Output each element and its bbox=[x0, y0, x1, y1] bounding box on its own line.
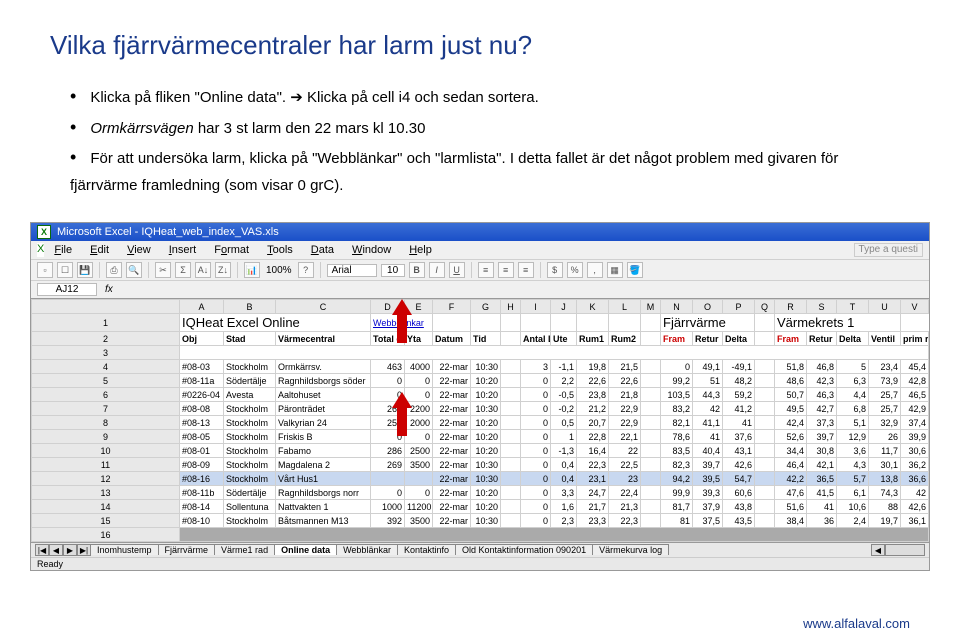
zoom-box[interactable]: 100% bbox=[264, 265, 294, 276]
menu-view[interactable]: View bbox=[119, 243, 159, 257]
menu-help[interactable]: Help bbox=[401, 243, 440, 257]
preview-icon[interactable]: 🔍 bbox=[126, 262, 142, 278]
table-row[interactable]: 9#08-05StockholmFriskis B0022-mar10:2001… bbox=[32, 430, 929, 444]
separator-row: 16 bbox=[32, 528, 929, 542]
menu-format[interactable]: Format bbox=[206, 243, 257, 257]
table-row[interactable]: 11#08-09StockholmMagdalena 2269350022-ma… bbox=[32, 458, 929, 472]
sheet-tab[interactable]: Värme1 rad bbox=[214, 544, 275, 555]
new-icon[interactable]: ▫ bbox=[37, 262, 53, 278]
table-row[interactable]: 7#08-08StockholmPäronträdet262220022-mar… bbox=[32, 402, 929, 416]
fill-color-icon[interactable]: 🪣 bbox=[627, 262, 643, 278]
align-left-icon[interactable]: ≡ bbox=[478, 262, 494, 278]
sheet-tab[interactable]: Inomhustemp bbox=[90, 544, 159, 555]
excel-title-text: Microsoft Excel - IQHeat_web_index_VAS.x… bbox=[57, 226, 279, 238]
table-row[interactable]: 6#0226-04AvestaAaltohuset0022-mar10:200-… bbox=[32, 388, 929, 402]
fjarrvarme-header: Fjärrvärme bbox=[661, 314, 755, 332]
chart-icon[interactable]: 📊 bbox=[244, 262, 260, 278]
table-row[interactable]: 13#08-11bSödertäljeRagnhildsborgs norr00… bbox=[32, 486, 929, 500]
menu-edit[interactable]: Edit bbox=[82, 243, 117, 257]
underline-icon[interactable]: U bbox=[449, 262, 465, 278]
table-row[interactable]: 5#08-11aSödertäljeRagnhildsborgs söder00… bbox=[32, 374, 929, 388]
menu-tools[interactable]: Tools bbox=[259, 243, 301, 257]
bold-icon[interactable]: B bbox=[409, 262, 425, 278]
doc-icon: X bbox=[37, 243, 44, 257]
sort-asc-icon[interactable]: A↓ bbox=[195, 262, 211, 278]
fx-label[interactable]: fx bbox=[105, 284, 113, 295]
percent-icon[interactable]: % bbox=[567, 262, 583, 278]
varmekrets-header: Värmekrets 1 bbox=[775, 314, 901, 332]
tab-first-icon[interactable]: |◀ bbox=[35, 544, 49, 556]
excel-screenshot: X Microsoft Excel - IQHeat_web_index_VAS… bbox=[30, 222, 930, 571]
table-row[interactable]: 14#08-14SollentunaNattvakten 11000112002… bbox=[32, 500, 929, 514]
status-bar: Ready bbox=[31, 557, 929, 570]
table-row[interactable]: 8#08-13StockholmValkyrian 24250200022-ma… bbox=[32, 416, 929, 430]
menu-insert[interactable]: Insert bbox=[161, 243, 205, 257]
tab-prev-icon[interactable]: ◀ bbox=[49, 544, 63, 556]
sheet-tab[interactable]: Fjärrvärme bbox=[158, 544, 216, 555]
cut-icon[interactable]: ✂ bbox=[155, 262, 171, 278]
sheet-tabs: |◀ ◀ ▶ ▶| InomhustempFjärrvärmeVärme1 ra… bbox=[31, 542, 929, 557]
borders-icon[interactable]: ▦ bbox=[607, 262, 623, 278]
spreadsheet-grid[interactable]: ABCDEFGHIJKLMNOPQRSTUV 1 IQHeat Excel On… bbox=[31, 299, 929, 542]
footer-url: www.alfalaval.com bbox=[803, 616, 910, 631]
hscroll-left-icon[interactable]: ◀ bbox=[871, 544, 885, 556]
help-search-box[interactable]: Type a questi bbox=[854, 243, 923, 257]
table-row[interactable]: 12#08-16StockholmVårt Hus122-mar10:3000,… bbox=[32, 472, 929, 486]
font-select[interactable]: Arial bbox=[327, 264, 377, 277]
menu-window[interactable]: Window bbox=[344, 243, 399, 257]
tab-last-icon[interactable]: ▶| bbox=[77, 544, 91, 556]
col-header-row: ABCDEFGHIJKLMNOPQRSTUV bbox=[32, 300, 929, 314]
menu-data[interactable]: Data bbox=[303, 243, 342, 257]
open-icon[interactable]: ☐ bbox=[57, 262, 73, 278]
corner-cell[interactable] bbox=[32, 300, 180, 314]
table-row[interactable]: 15#08-10StockholmBåtsmannen M13392350022… bbox=[32, 514, 929, 528]
font-size-select[interactable]: 10 bbox=[381, 264, 405, 277]
name-box[interactable]: AJ12 bbox=[37, 283, 97, 296]
excel-titlebar: X Microsoft Excel - IQHeat_web_index_VAS… bbox=[31, 223, 929, 241]
data-row-1: 1 IQHeat Excel Online Webb-länkar Fjärrv… bbox=[32, 314, 929, 332]
print-icon[interactable]: ⎙ bbox=[106, 262, 122, 278]
sort-desc-icon[interactable]: Z↓ bbox=[215, 262, 231, 278]
table-row[interactable]: 4#08-03StockholmOrmkärrsv.463400022-mar1… bbox=[32, 360, 929, 374]
sheet-tab[interactable]: Old Kontaktinformation 090201 bbox=[455, 544, 593, 555]
bullet-3: För att undersöka larm, klicka på "Webbl… bbox=[70, 142, 910, 198]
align-right-icon[interactable]: ≡ bbox=[518, 262, 534, 278]
sheet-tab[interactable]: Online data bbox=[274, 544, 337, 555]
sheet-tab[interactable]: Kontaktinfo bbox=[397, 544, 456, 555]
menubar: X File Edit View Insert Format Tools Dat… bbox=[31, 241, 929, 260]
save-icon[interactable]: 💾 bbox=[77, 262, 93, 278]
comma-icon[interactable]: , bbox=[587, 262, 603, 278]
toolbar: ▫ ☐ 💾 ⎙ 🔍 ✂ Σ A↓ Z↓ 📊 100% ? Arial 10 B … bbox=[31, 260, 929, 281]
sheet-tab[interactable]: Webblänkar bbox=[336, 544, 398, 555]
sheet-tab[interactable]: Värmekurva log bbox=[592, 544, 669, 555]
help-icon[interactable]: ? bbox=[298, 262, 314, 278]
sheet-title: IQHeat Excel Online bbox=[180, 314, 371, 332]
hscroll-thumb[interactable] bbox=[885, 544, 925, 556]
bullet-2: Ormkärrsvägen har 3 st larm den 22 mars … bbox=[70, 112, 910, 143]
formula-bar: AJ12 fx bbox=[31, 281, 929, 299]
bullet-1: Klicka på fliken "Online data". ➔ Klicka… bbox=[70, 81, 910, 112]
italic-icon[interactable]: I bbox=[429, 262, 445, 278]
row-3: 3 bbox=[32, 346, 929, 360]
slide-title: Vilka fjärrvärmecentraler har larm just … bbox=[50, 30, 910, 61]
table-row[interactable]: 10#08-01StockholmFabamo286250022-mar10:2… bbox=[32, 444, 929, 458]
tab-next-icon[interactable]: ▶ bbox=[63, 544, 77, 556]
menu-file[interactable]: File bbox=[46, 243, 80, 257]
sum-icon[interactable]: Σ bbox=[175, 262, 191, 278]
excel-icon: X bbox=[37, 225, 51, 239]
header-row-2: 2 Obj Stad Värmecentral Total effekt Yta… bbox=[32, 332, 929, 346]
currency-icon[interactable]: $ bbox=[547, 262, 563, 278]
align-center-icon[interactable]: ≡ bbox=[498, 262, 514, 278]
